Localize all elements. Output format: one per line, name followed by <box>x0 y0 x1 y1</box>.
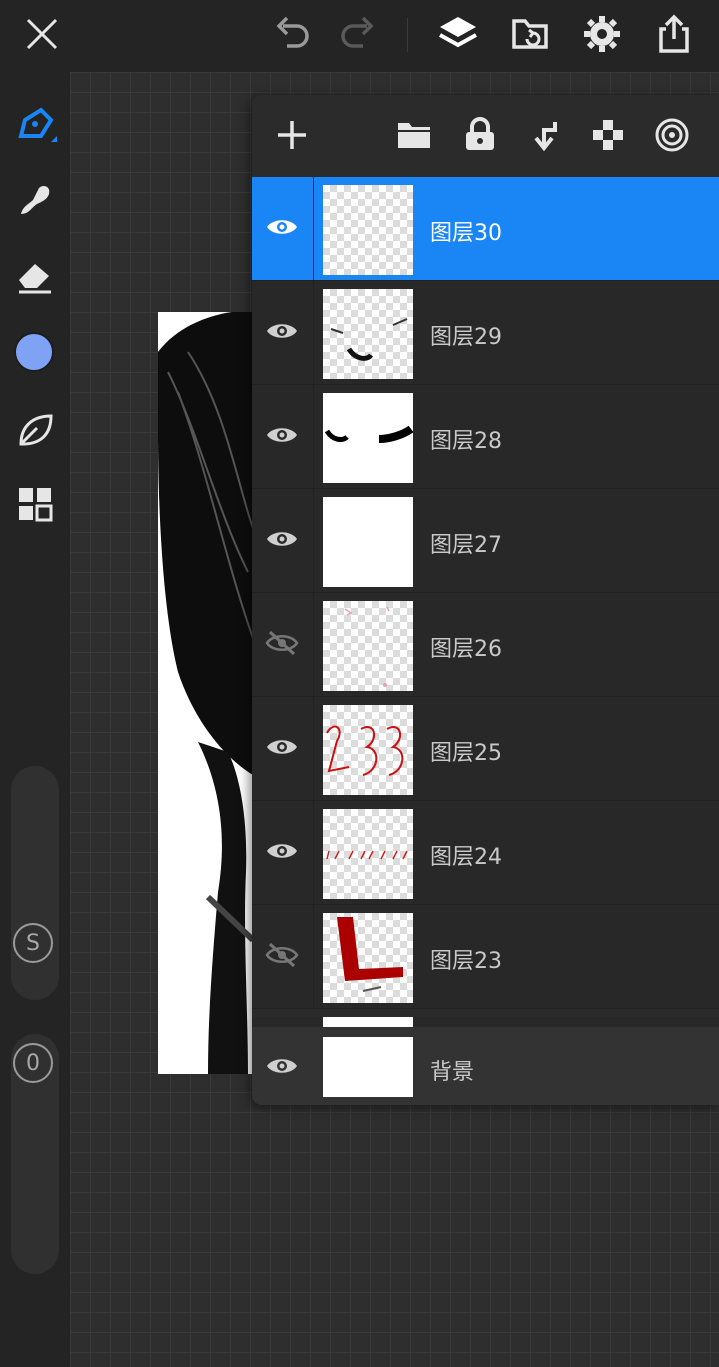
color-swatch[interactable] <box>14 332 54 372</box>
eye-hidden-icon[interactable] <box>262 935 302 975</box>
row-divider <box>313 489 314 592</box>
layers-panel-toolbar <box>252 95 719 177</box>
layer-row[interactable]: 图层24 <box>252 801 719 905</box>
layer-row[interactable]: 图层23 <box>252 905 719 1009</box>
row-divider <box>313 905 314 1008</box>
lock-icon[interactable] <box>456 111 504 159</box>
merge-down-icon[interactable] <box>520 111 568 159</box>
row-divider <box>313 385 314 488</box>
opacity-badge: 0 <box>13 1043 53 1083</box>
eye-icon[interactable] <box>262 311 302 351</box>
layer-row[interactable]: 图层26 <box>252 593 719 697</box>
layer-thumbnail <box>323 705 413 795</box>
layer-row-partial <box>252 1017 719 1027</box>
row-divider <box>313 281 314 384</box>
brush-size-badge: S <box>13 923 53 963</box>
redo-icon[interactable] <box>333 10 381 58</box>
layer-name: 图层24 <box>430 845 502 870</box>
close-icon[interactable] <box>18 10 66 58</box>
layer-row[interactable]: 图层28 <box>252 385 719 489</box>
target-icon[interactable] <box>648 111 696 159</box>
settings-icon[interactable] <box>578 10 626 58</box>
brush-size-slider[interactable] <box>11 766 59 1000</box>
layer-row[interactable]: 图层25 <box>252 697 719 801</box>
top-toolbar <box>0 0 719 72</box>
toolbar-divider <box>407 18 408 52</box>
layer-name: 图层23 <box>430 949 502 974</box>
layer-row[interactable]: 图层29 <box>252 281 719 385</box>
layer-thumbnail <box>323 393 413 483</box>
layers-panel: 图层30 图层29 图层28 图层27 图层26 图层25 图层24 图层23 … <box>252 95 719 1105</box>
left-toolbar: S 0 <box>0 72 70 1367</box>
layer-thumbnail <box>323 185 413 275</box>
eye-icon[interactable] <box>262 831 302 871</box>
brush-icon[interactable] <box>11 100 59 148</box>
grid-icon[interactable] <box>11 480 59 528</box>
background-layer-name: 背景 <box>430 1060 475 1085</box>
undo-icon[interactable] <box>269 10 317 58</box>
layers-icon[interactable] <box>434 10 482 58</box>
layer-thumbnail <box>323 601 413 691</box>
eye-icon[interactable] <box>262 727 302 767</box>
layer-name: 图层30 <box>430 221 502 246</box>
layer-thumbnail <box>323 809 413 899</box>
transparency-icon[interactable] <box>584 111 632 159</box>
eye-icon[interactable] <box>262 415 302 455</box>
background-layer-row[interactable]: 背景 <box>252 1027 719 1105</box>
row-divider <box>313 801 314 904</box>
eye-icon[interactable] <box>262 1046 302 1086</box>
layer-name: 图层28 <box>430 429 502 454</box>
layer-row[interactable]: 图层27 <box>252 489 719 593</box>
eye-icon[interactable] <box>262 207 302 247</box>
share-icon[interactable] <box>650 10 698 58</box>
layer-thumbnail <box>323 913 413 1003</box>
layer-row[interactable]: 图层30 <box>252 177 719 281</box>
import-icon[interactable] <box>506 10 554 58</box>
layer-thumbnail <box>323 289 413 379</box>
row-divider <box>313 697 314 800</box>
layer-name: 图层27 <box>430 533 502 558</box>
layer-name: 图层26 <box>430 637 502 662</box>
row-divider <box>313 177 314 280</box>
add-layer-icon[interactable] <box>268 111 316 159</box>
row-divider <box>313 593 314 696</box>
background-thumbnail <box>323 1037 413 1097</box>
layer-name: 图层25 <box>430 741 502 766</box>
folder-icon[interactable] <box>390 111 438 159</box>
eraser-icon[interactable] <box>11 252 59 300</box>
layer-thumbnail <box>323 497 413 587</box>
eye-icon[interactable] <box>262 519 302 559</box>
layer-thumbnail <box>323 1017 413 1027</box>
smudge-icon[interactable] <box>11 176 59 224</box>
layer-name: 图层29 <box>430 325 502 350</box>
eye-hidden-icon[interactable] <box>262 623 302 663</box>
leaf-icon[interactable] <box>11 406 59 454</box>
